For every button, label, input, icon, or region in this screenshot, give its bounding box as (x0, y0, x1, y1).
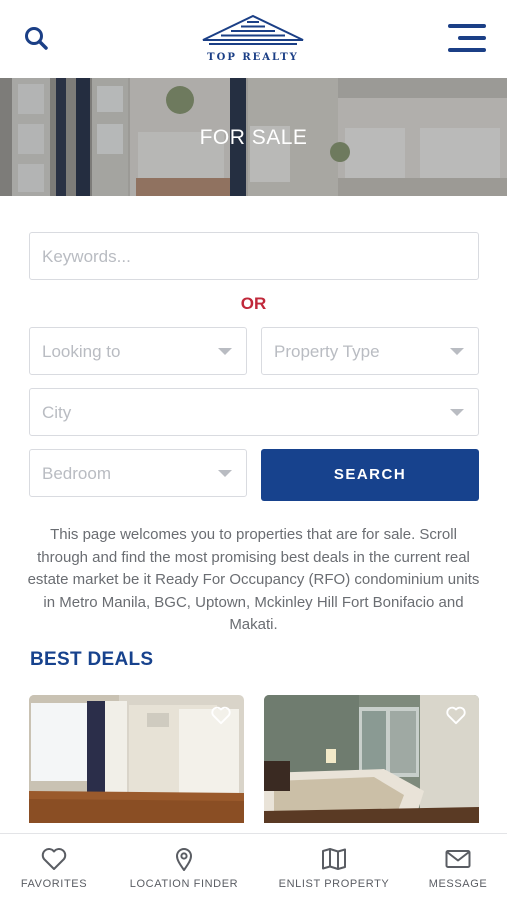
bedroom-placeholder: Bedroom (42, 464, 111, 483)
deal-card[interactable] (264, 695, 479, 823)
search-icon (25, 27, 48, 50)
bedroom-select[interactable]: Bedroom (29, 449, 247, 497)
heart-icon (41, 848, 67, 870)
heart-icon[interactable] (445, 705, 467, 725)
intro-paragraph: This page welcomes you to properties tha… (27, 526, 480, 633)
heart-icon[interactable] (210, 705, 232, 725)
best-deals-title: BEST DEALS (30, 649, 154, 670)
nav-message-label: MESSAGE (428, 878, 488, 890)
hamburger-menu-icon (448, 24, 486, 28)
hamburger-line (448, 48, 486, 52)
page-title: FOR SALE (199, 126, 308, 149)
or-divider: OR (240, 294, 267, 313)
keywords-input[interactable]: Keywords... (29, 232, 479, 280)
logo[interactable]: TOP REALTY (192, 14, 314, 66)
chevron-down-icon (450, 348, 464, 355)
looking-to-placeholder: Looking to (42, 342, 121, 361)
search-button[interactable] (22, 24, 52, 54)
nav-enlist-property-label: ENLIST PROPERTY (278, 878, 390, 890)
logo-text: TOP REALTY (207, 52, 299, 63)
nav-message[interactable]: MESSAGE (420, 834, 496, 900)
city-select[interactable]: City (29, 388, 479, 436)
property-type-placeholder: Property Type (274, 342, 380, 361)
logo-building-icon (202, 14, 304, 45)
city-placeholder: City (42, 403, 72, 422)
envelope-icon (445, 850, 471, 868)
chevron-down-icon (218, 470, 232, 477)
property-type-select[interactable]: Property Type (261, 327, 479, 375)
top-bar: TOP REALTY (0, 0, 507, 78)
nav-favorites-label: FAVORITES (20, 878, 88, 890)
keywords-placeholder: Keywords... (42, 247, 131, 266)
nav-enlist-property[interactable]: ENLIST PROPERTY (274, 834, 394, 900)
map-icon (322, 848, 346, 870)
deal-card[interactable] (29, 695, 244, 823)
bottom-nav: FAVORITES LOCATION FINDER ENLIST PROPERT… (0, 833, 507, 900)
menu-button[interactable] (448, 24, 488, 54)
nav-location-finder[interactable]: LOCATION FINDER (122, 834, 246, 900)
chevron-down-icon (450, 409, 464, 416)
hero-banner: FOR SALE (0, 78, 507, 196)
search-submit-button[interactable]: SEARCH (261, 449, 479, 501)
chevron-down-icon (218, 348, 232, 355)
looking-to-select[interactable]: Looking to (29, 327, 247, 375)
map-pin-icon (176, 848, 192, 871)
nav-location-finder-label: LOCATION FINDER (129, 878, 239, 890)
nav-favorites[interactable]: FAVORITES (10, 834, 98, 900)
hamburger-line (458, 36, 486, 40)
